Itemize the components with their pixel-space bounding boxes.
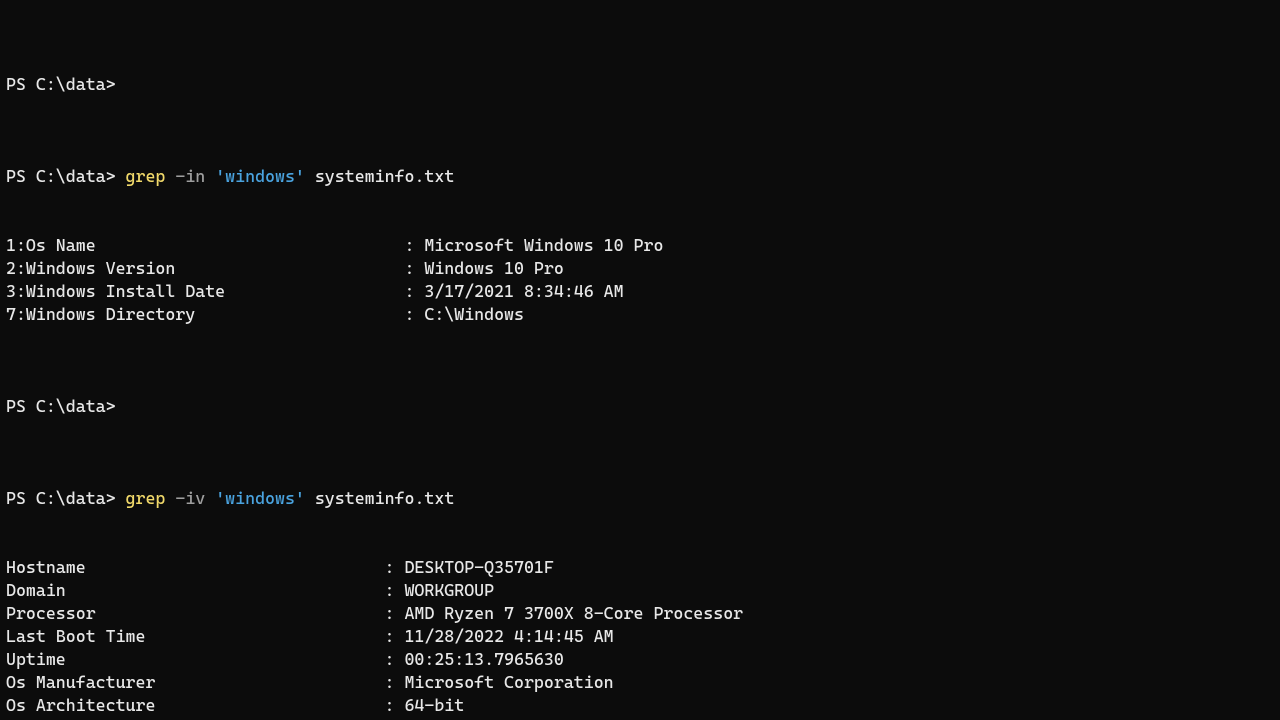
output-line: 2:Windows Version : Windows 10 Pro (6, 257, 1274, 280)
output-line: Last Boot Time : 11/28/2022 4:14:45 AM (6, 625, 1274, 648)
ps-prompt: PS C:\data> (6, 166, 116, 186)
grep-in-output: 1:Os Name : Microsoft Windows 10 Pro2:Wi… (6, 234, 1274, 326)
command-flags: -iv (175, 488, 205, 508)
command-name: grep (126, 488, 166, 508)
output-line: Processor : AMD Ryzen 7 3700X 8-Core Pro… (6, 602, 1274, 625)
command-pattern: 'windows' (215, 488, 305, 508)
command-file-arg: systeminfo.txt (315, 488, 454, 508)
output-line: 3:Windows Install Date : 3/17/2021 8:34:… (6, 280, 1274, 303)
ps-prompt: PS C:\data> (6, 396, 116, 416)
ps-prompt: PS C:\data> (6, 488, 116, 508)
command-line-grep-iv: PS C:\data> grep -iv 'windows' systeminf… (6, 487, 1274, 510)
prompt-line: PS C:\data> (6, 395, 1274, 418)
grep-iv-output: Hostname : DESKTOP-Q35701FDomain : WORKG… (6, 556, 1274, 720)
powershell-terminal[interactable]: PS C:\data> PS C:\data> grep -in 'window… (0, 0, 1280, 720)
output-line: Domain : WORKGROUP (6, 579, 1274, 602)
output-line: Uptime : 00:25:13.7965630 (6, 648, 1274, 671)
output-line: Os Manufacturer : Microsoft Corporation (6, 671, 1274, 694)
command-pattern: 'windows' (215, 166, 305, 186)
output-line: Hostname : DESKTOP-Q35701F (6, 556, 1274, 579)
prompt-line: PS C:\data> (6, 73, 1274, 96)
ps-prompt: PS C:\data> (6, 74, 116, 94)
output-line: 7:Windows Directory : C:\Windows (6, 303, 1274, 326)
command-flags: -in (175, 166, 205, 186)
command-line-grep-in: PS C:\data> grep -in 'windows' systeminf… (6, 165, 1274, 188)
command-file-arg: systeminfo.txt (315, 166, 454, 186)
output-line: Os Architecture : 64-bit (6, 694, 1274, 717)
command-name: grep (126, 166, 166, 186)
output-line: 1:Os Name : Microsoft Windows 10 Pro (6, 234, 1274, 257)
